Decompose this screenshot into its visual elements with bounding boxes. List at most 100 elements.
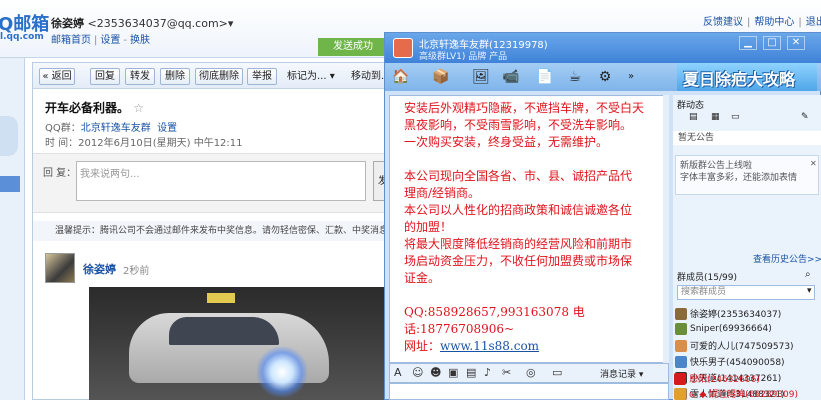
edit-icon[interactable]: ✎ — [801, 112, 809, 122]
cup-icon[interactable]: ☕ — [565, 67, 585, 87]
close-icon[interactable]: ✕ — [810, 158, 817, 170]
chat-message-area: 安装后外观精巧隐蔽，不遮挡车牌，不受白天 黑夜影响，不受雨雪影响，不受洗车影响。… — [389, 95, 664, 363]
font-icon[interactable]: A — [394, 366, 402, 379]
msg-line: 一次购买安装，终身受益，无需维护。 — [404, 135, 609, 149]
mail-logo[interactable]: Q邮箱 l.qq.com — [0, 10, 49, 44]
member-avatar — [674, 387, 686, 400]
report-button[interactable]: 举报 — [247, 68, 277, 85]
screen-icon[interactable]: ▭ — [552, 366, 562, 379]
home-icon[interactable]: 🏠 — [391, 67, 411, 87]
picture-icon[interactable]: ▤ — [466, 366, 476, 379]
announce-icons: ▤ ▦ ▭ ✎ — [681, 112, 811, 126]
member-item[interactable]: 快乐男子(454090058) — [675, 355, 821, 371]
mark-as-select[interactable]: 标记为... ▾ — [287, 68, 335, 85]
magic-emoji-icon[interactable]: ☻ — [430, 366, 441, 379]
member-avatar — [675, 339, 687, 352]
member-item[interactable]: Sniper(69936664) — [675, 323, 821, 339]
chat-scrollbar[interactable] — [663, 95, 669, 363]
sender-row: 徐姿婷 2秒前 — [45, 253, 345, 285]
qqgroup-link[interactable]: 北京轩逸车友群 — [81, 123, 151, 134]
emoji-icon[interactable]: ☺ — [412, 366, 423, 379]
more-icon[interactable]: » — [621, 67, 641, 87]
chat-toolbar: 🏠 📦 🖼 📹 📄 ☕ ⚙ » 夏日除疤大攻略 — [385, 63, 821, 91]
chat-input[interactable] — [389, 383, 669, 400]
minimize-button[interactable]: ▁ — [739, 36, 757, 50]
divider: | — [798, 17, 802, 28]
perm-delete-button[interactable]: 彻底删除 — [195, 68, 243, 85]
member-avatar — [675, 307, 687, 320]
member-search-input[interactable]: 搜索群成员 — [677, 285, 815, 300]
link-help[interactable]: 帮助中心 — [754, 17, 794, 28]
group-share-icon[interactable]: 📦 — [431, 67, 451, 87]
quick-reply-area: 回 复： 我来说两句... 发 — [33, 153, 393, 213]
member-item[interactable]: 徐姿婷(2353634037) — [675, 307, 821, 323]
star-icon[interactable]: ☆ — [133, 101, 144, 115]
msg-line: 安装后外观精巧隐蔽，不遮挡车牌，不受白天 — [404, 101, 645, 115]
logo-domain: l.qq.com — [0, 32, 44, 42]
group-icon — [393, 38, 413, 58]
album-icon[interactable]: 🖼 — [471, 67, 491, 87]
divider: - — [123, 35, 127, 46]
divider: | — [747, 17, 751, 28]
announce-line-1: 新版群公告上线啦 — [680, 161, 753, 171]
website-link[interactable]: www.11s88.com — [440, 339, 539, 353]
panel-icon[interactable]: ▭ — [731, 112, 740, 122]
search-icon[interactable]: ⌕ — [805, 269, 811, 280]
music-icon[interactable]: ♪ — [484, 366, 491, 379]
mail-time: 时 间：2012年6月10日(星期天) 中午12:11 — [45, 138, 243, 149]
mail-toolbar: « 返回 回复 转发 删除 彻底删除 举报 标记为... ▾ 移动到... — [33, 63, 393, 89]
msg-line: 的加盟！ — [404, 220, 453, 234]
list-icon[interactable]: ▤ — [689, 112, 698, 122]
link-settings[interactable]: 设置 — [100, 35, 120, 46]
right-links: 反馈建议 | 帮助中心 | 退出 — [703, 13, 821, 28]
link-skin[interactable]: 换肤 — [130, 35, 150, 46]
taxi-sign — [207, 293, 235, 303]
maximize-button[interactable]: □ — [763, 36, 781, 50]
website-label: 网址： — [404, 339, 441, 353]
delete-button[interactable]: 删除 — [160, 68, 190, 85]
video-call-icon[interactable]: 📹 — [501, 67, 521, 87]
mail-sidebar — [0, 58, 25, 400]
member-item[interactable]: 可爱的人儿(747509573) — [675, 339, 821, 355]
input-toolbar: A ☺ ☻ ▣ ▤ ♪ ✂ ◎ ▭ 消息记录 ▾ — [389, 363, 669, 383]
search-dropdown-icon[interactable]: ▾ — [807, 286, 812, 296]
sidebar-tab[interactable] — [0, 116, 18, 156]
headlight-glow — [257, 347, 307, 397]
sidebar-selected-item[interactable] — [0, 176, 20, 192]
announce-title: 群动态 — [677, 101, 705, 111]
qqgroup-setting-link[interactable]: 设置 — [157, 123, 177, 134]
reply-input[interactable]: 我来说两句... — [76, 161, 366, 201]
msg-line: 本公司以人性化的招商政策和诚信诚邀各位 — [404, 203, 633, 217]
forward-button[interactable]: 转发 — [125, 68, 155, 85]
link-feedback[interactable]: 反馈建议 — [703, 17, 743, 28]
image-icon[interactable]: ▣ — [448, 366, 458, 379]
file-icon[interactable]: 📄 — [535, 67, 555, 87]
back-button[interactable]: « 返回 — [39, 68, 75, 85]
shake-icon[interactable]: ◎ — [526, 366, 536, 379]
mail-subject: 开车必备利器。 ☆ — [45, 99, 144, 116]
member-item[interactable]: ω ◆ 娓竝晹眸(66289309) — [674, 387, 820, 400]
grid-icon[interactable]: ▦ — [711, 112, 720, 122]
msg-line: 本公司现向全国各省、市、县、诚招产品代 — [404, 169, 633, 183]
link-logout[interactable]: 退出 — [806, 17, 821, 28]
sender-name[interactable]: 徐姿婷 — [83, 261, 116, 277]
banner-text: 夏日除疤大攻略 — [683, 70, 796, 89]
history-announce-link[interactable]: 查看历史公告>> — [753, 252, 821, 265]
warning-tip: 温馨提示：腾讯公司不会通过邮件来发布中奖信息。请勿轻信密保、汇款、中奖消息 — [33, 221, 393, 241]
sender-avatar[interactable] — [45, 253, 75, 283]
ad-banner[interactable]: 夏日除疤大攻略 — [677, 63, 817, 91]
gear-icon[interactable]: ⚙ — [595, 67, 615, 87]
car-photo — [89, 287, 389, 400]
user-email[interactable]: <2353634037@qq.com>▾ — [88, 17, 234, 30]
message-history-button[interactable]: 消息记录 ▾ — [600, 367, 643, 380]
chat-titlebar[interactable]: 北京轩逸车友群(12319978) 高级群LV1) 品牌 产品 ▁ □ ✕ — [385, 33, 821, 63]
reply-button[interactable]: 回复 — [90, 68, 120, 85]
announce-message: 新版群公告上线啦 字体丰富多彩，还能添加表情 ✕ — [675, 155, 819, 195]
member-item[interactable]: 恩阳(24632606) — [674, 372, 820, 388]
msg-line: 黑夜影响，不受雨雪影响，不受洗车影响。 — [404, 118, 633, 132]
scissors-icon[interactable]: ✂ — [502, 366, 511, 379]
reply-label: 回 复： — [43, 168, 77, 179]
qqgroup-label: QQ群： — [45, 123, 81, 134]
close-button[interactable]: ✕ — [787, 36, 805, 50]
link-home[interactable]: 邮箱首页 — [51, 35, 91, 46]
